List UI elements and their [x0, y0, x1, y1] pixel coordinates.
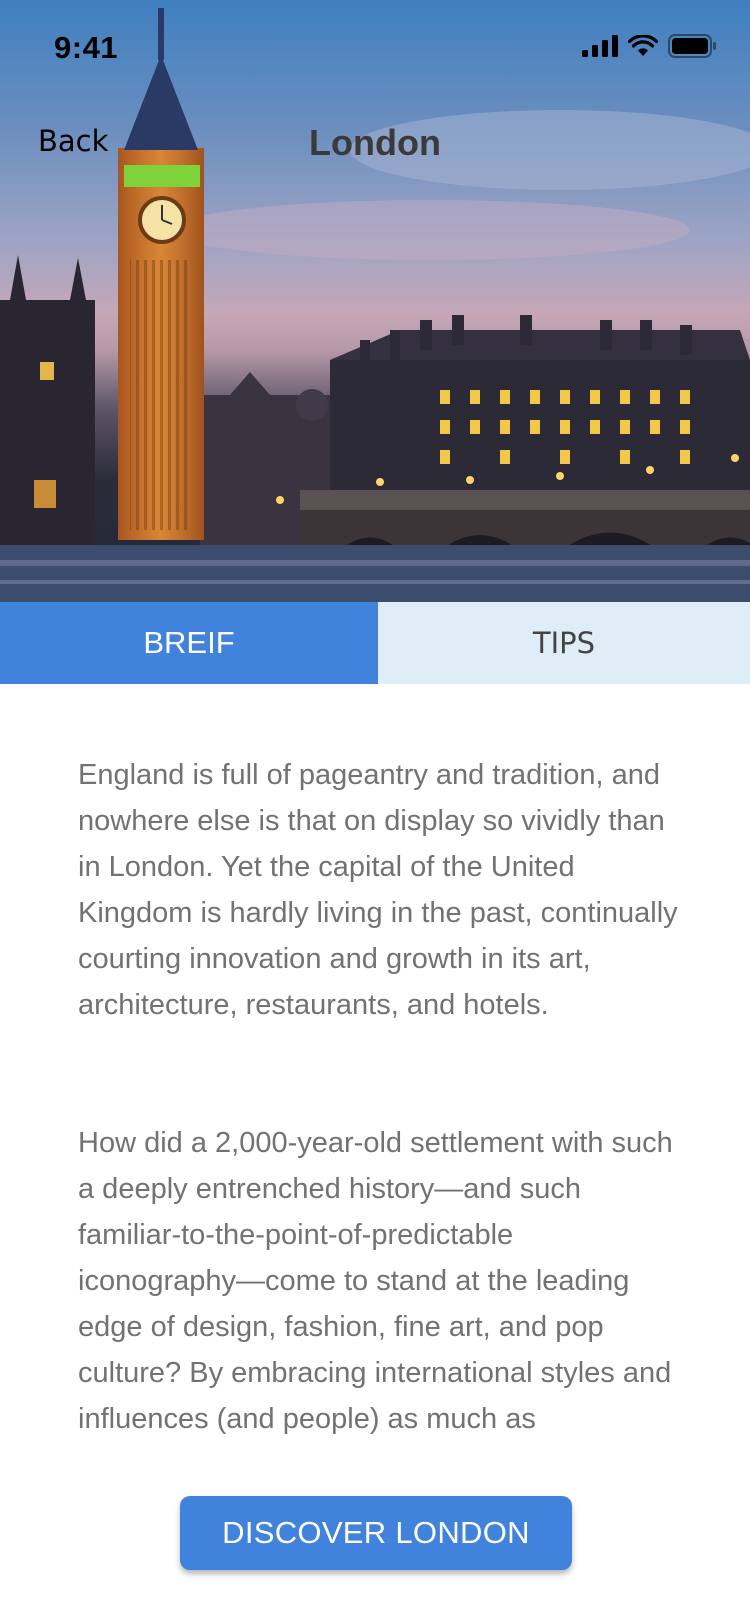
- battery-icon: [668, 34, 716, 58]
- status-time: 9:41: [54, 30, 119, 65]
- segmented-tabs: BREIF TIPS: [0, 602, 750, 684]
- paragraph-history: How did a 2,000-year-old settlement with…: [78, 1127, 673, 1464]
- status-bar: 9:41: [0, 0, 750, 96]
- page-title: London: [309, 122, 441, 163]
- tab-brief[interactable]: BREIF: [0, 602, 378, 684]
- cellular-signal-icon: [582, 35, 618, 57]
- paragraph-intro: England is full of pageantry and traditi…: [78, 759, 678, 1021]
- discover-london-button[interactable]: DISCOVER LONDON: [180, 1496, 572, 1570]
- status-icons: [582, 34, 716, 58]
- hero-image: 9:41 Back London: [0, 0, 750, 602]
- wifi-icon: [628, 35, 658, 56]
- brief-content[interactable]: England is full of pageantry and traditi…: [0, 684, 750, 1464]
- tab-tips[interactable]: TIPS: [378, 602, 750, 684]
